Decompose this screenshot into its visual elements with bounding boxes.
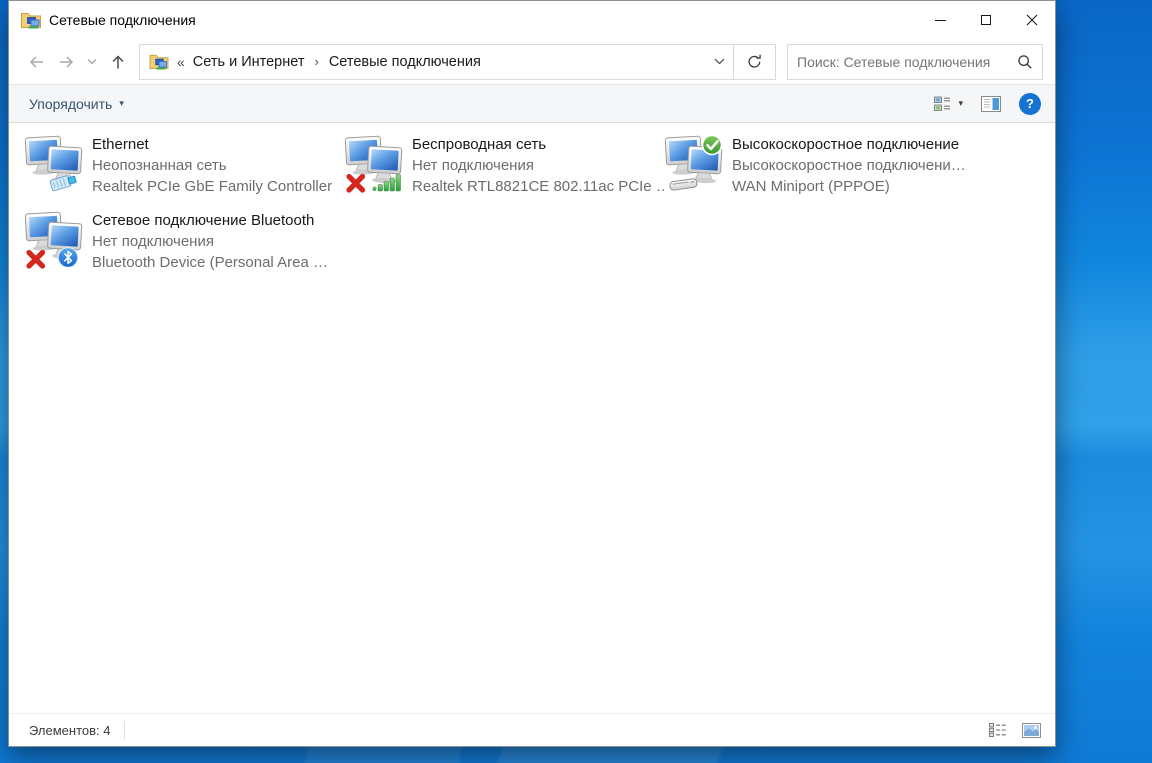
large-icons-view-button[interactable]	[1019, 719, 1043, 741]
connection-name: Высокоскоростное подключение	[732, 134, 966, 155]
view-options-icon	[934, 96, 951, 112]
up-arrow-icon	[109, 53, 127, 71]
bluetooth-badge-icon	[58, 248, 78, 268]
broadband-adapter-icon	[665, 135, 723, 193]
search-icon[interactable]	[1017, 54, 1033, 70]
connection-name: Беспроводная сеть	[412, 134, 665, 155]
breadcrumb-separator-icon[interactable]: ›	[314, 54, 318, 69]
back-arrow-icon	[27, 53, 46, 71]
connection-device: Realtek PCIe GbE Family Controller	[92, 176, 332, 197]
connection-name: Сетевое подключение Bluetooth	[92, 210, 328, 231]
refresh-icon	[746, 53, 763, 70]
connection-text: Ethernet Неопознанная сеть Realtek PCIe …	[92, 133, 332, 209]
modem-icon	[669, 178, 697, 190]
chevron-down-icon	[87, 58, 97, 65]
breadcrumb-network-connections[interactable]: Сетевые подключения	[329, 54, 481, 70]
navigation-bar: « Сеть и Интернет › Сетевые подключения	[9, 39, 1055, 85]
connection-text: Сетевое подключение Bluetooth Нет подклю…	[92, 209, 328, 285]
address-dropdown-button[interactable]	[714, 58, 725, 65]
large-icons-view-icon	[1022, 723, 1041, 738]
connection-device: Bluetooth Device (Personal Area …	[92, 252, 328, 273]
statusbar-view-toggles	[985, 719, 1043, 741]
connection-device: Realtek RTL8821CE 802.11ac PCIe …	[412, 176, 665, 197]
change-view-button[interactable]: ▾	[934, 96, 963, 112]
back-button[interactable]	[21, 45, 51, 79]
disabled-x-icon	[29, 253, 43, 267]
connection-item-broadband[interactable]: Высокоскоростное подключение Высокоскоро…	[665, 133, 985, 209]
items-count: Элементов: 4	[29, 723, 110, 738]
close-button[interactable]	[1009, 1, 1055, 39]
network-connections-folder-icon	[149, 53, 169, 70]
breadcrumb-overflow-chevron[interactable]: «	[177, 54, 185, 70]
network-connections-window: Сетевые подключения	[8, 0, 1056, 747]
window-title: Сетевые подключения	[49, 12, 196, 28]
status-divider	[124, 721, 125, 739]
search-box	[787, 44, 1043, 80]
connection-device: WAN Miniport (PPPOE)	[732, 176, 966, 197]
details-view-icon	[989, 723, 1006, 737]
help-button[interactable]: ?	[1019, 93, 1041, 115]
status-bar: Элементов: 4	[9, 713, 1055, 746]
toolbar-right-group: ▾ ?	[934, 93, 1041, 115]
connection-item-bluetooth[interactable]: Сетевое подключение Bluetooth Нет подклю…	[25, 209, 345, 285]
question-mark-icon: ?	[1026, 96, 1034, 111]
connections-list: Ethernet Неопознанная сеть Realtek PCIe …	[9, 123, 1055, 713]
refresh-button[interactable]	[733, 45, 775, 79]
connection-text: Высокоскоростное подключение Высокоскоро…	[732, 133, 966, 209]
organize-button[interactable]: Упорядочить ▾	[29, 96, 124, 112]
caret-down-icon: ▾	[958, 99, 963, 108]
up-button[interactable]	[103, 45, 133, 79]
ethernet-adapter-icon	[25, 135, 83, 193]
connection-status: Неопознанная сеть	[92, 155, 332, 176]
organize-label: Упорядочить	[29, 96, 112, 112]
search-input[interactable]	[797, 54, 1017, 70]
minimize-icon	[935, 20, 946, 21]
connection-text: Беспроводная сеть Нет подключения Realte…	[412, 133, 665, 209]
maximize-button[interactable]	[963, 1, 1009, 39]
connection-name: Ethernet	[92, 134, 332, 155]
connection-status: Нет подключения	[412, 155, 665, 176]
network-connections-folder-icon	[21, 11, 41, 29]
details-view-button[interactable]	[985, 719, 1009, 741]
connection-item-wireless[interactable]: Беспроводная сеть Нет подключения Realte…	[345, 133, 665, 209]
forward-arrow-icon	[57, 53, 76, 71]
minimize-button[interactable]	[917, 1, 963, 39]
command-toolbar: Упорядочить ▾ ▾	[9, 85, 1055, 123]
close-icon	[1026, 14, 1038, 26]
disabled-x-icon	[349, 177, 363, 191]
connection-item-ethernet[interactable]: Ethernet Неопознанная сеть Realtek PCIe …	[25, 133, 345, 209]
breadcrumb-network-and-internet[interactable]: Сеть и Интернет	[193, 54, 305, 70]
address-bar-container: « Сеть и Интернет › Сетевые подключения	[139, 44, 776, 80]
caret-down-icon: ▾	[119, 99, 124, 108]
title-bar[interactable]: Сетевые подключения	[9, 1, 1055, 39]
connection-status: Высокоскоростное подключени…	[732, 155, 966, 176]
preview-pane-icon	[981, 96, 1001, 112]
check-badge-icon	[703, 136, 722, 155]
preview-pane-button[interactable]	[981, 96, 1001, 112]
recent-locations-button[interactable]	[81, 45, 103, 79]
desktop-background: Сетевые подключения	[0, 0, 1152, 763]
bluetooth-adapter-icon	[25, 211, 83, 269]
connection-status: Нет подключения	[92, 231, 328, 252]
maximize-icon	[981, 15, 991, 25]
forward-button[interactable]	[51, 45, 81, 79]
window-controls	[917, 1, 1055, 39]
wireless-adapter-icon	[345, 135, 403, 193]
chevron-down-icon	[714, 58, 725, 65]
rj45-connector-icon	[50, 174, 77, 191]
address-bar[interactable]: « Сеть и Интернет › Сетевые подключения	[140, 45, 733, 79]
